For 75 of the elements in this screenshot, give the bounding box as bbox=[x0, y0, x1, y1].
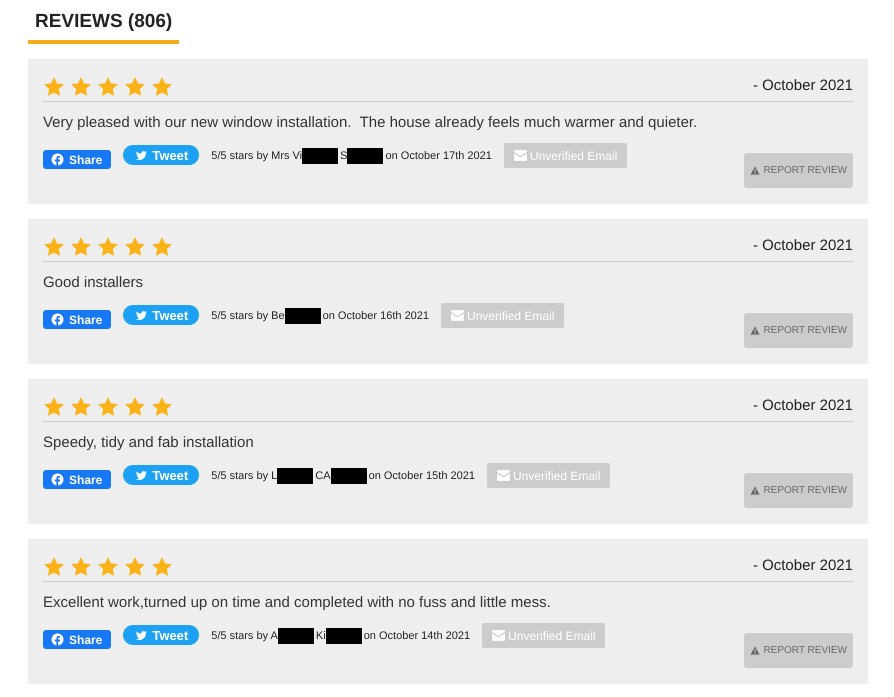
envelope-icon bbox=[497, 470, 510, 481]
review-text: Very pleased with our new window installation. The house already feels much warmer and quieter. bbox=[43, 113, 698, 133]
report-review-button[interactable]: REPORT REVIEW bbox=[744, 633, 853, 668]
star-icon bbox=[43, 236, 65, 256]
redaction-block bbox=[302, 148, 338, 164]
byline-text: on October 15th 2021 bbox=[368, 468, 475, 482]
star-icon bbox=[124, 236, 146, 256]
circle-f-icon bbox=[51, 473, 64, 486]
report-review-button[interactable]: REPORT REVIEW bbox=[744, 153, 853, 188]
star-icon bbox=[97, 556, 119, 576]
byline-text: on October 17th 2021 bbox=[385, 148, 492, 162]
star-icon bbox=[43, 76, 65, 96]
tweet-button[interactable]: Tweet bbox=[123, 625, 200, 645]
review-date: - October 2021 bbox=[752, 396, 853, 416]
byline-text: S bbox=[340, 148, 348, 162]
star-icon bbox=[43, 396, 65, 416]
bird-icon bbox=[135, 630, 148, 640]
warning-icon bbox=[750, 326, 760, 335]
section-heading: REVIEWS (806) bbox=[28, 10, 180, 44]
star-icon bbox=[70, 76, 92, 96]
star-icon bbox=[97, 236, 119, 256]
star-icon bbox=[70, 556, 92, 576]
warning-icon bbox=[750, 486, 760, 495]
share-button[interactable]: Share bbox=[43, 630, 112, 649]
byline-text: 5/5 stars by A bbox=[211, 628, 278, 642]
report-review-button[interactable]: REPORT REVIEW bbox=[744, 313, 853, 348]
envelope-icon bbox=[451, 310, 464, 321]
byline-text: Ki bbox=[316, 628, 326, 642]
warning-icon bbox=[750, 646, 760, 655]
review-date: - October 2021 bbox=[752, 236, 853, 256]
review-text: Excellent work,turned up on time and completed with no fuss and little mess. bbox=[43, 593, 552, 613]
star-icon bbox=[151, 76, 173, 96]
warning-icon bbox=[750, 166, 760, 175]
star-icon bbox=[97, 76, 119, 96]
star-icon bbox=[124, 556, 146, 576]
review-text: Speedy, tidy and fab installation bbox=[43, 433, 255, 453]
star-icon bbox=[97, 396, 119, 416]
star-icon bbox=[124, 396, 146, 416]
byline-text: 5/5 stars by Mrs Vi bbox=[211, 148, 302, 162]
redaction-block bbox=[326, 628, 362, 644]
star-icon bbox=[43, 556, 65, 576]
share-button[interactable]: Share bbox=[43, 150, 112, 169]
redaction-block bbox=[284, 308, 321, 324]
review-text: Good installers bbox=[43, 273, 144, 293]
report-review-button[interactable]: REPORT REVIEW bbox=[744, 473, 853, 508]
star-icon bbox=[70, 236, 92, 256]
circle-f-icon bbox=[51, 153, 64, 166]
review-date: - October 2021 bbox=[752, 556, 853, 576]
byline-text: CA bbox=[315, 468, 331, 482]
star-icon bbox=[70, 396, 92, 416]
circle-f-icon bbox=[51, 633, 64, 646]
share-button[interactable]: Share bbox=[43, 470, 112, 489]
tweet-button[interactable]: Tweet bbox=[123, 465, 200, 485]
redaction-block bbox=[277, 468, 314, 484]
review-date: - October 2021 bbox=[752, 76, 853, 96]
star-icon bbox=[151, 236, 173, 256]
bird-icon bbox=[135, 310, 148, 320]
tweet-button[interactable]: Tweet bbox=[123, 145, 200, 165]
byline-text: on October 14th 2021 bbox=[364, 628, 470, 642]
share-button[interactable]: Share bbox=[43, 310, 112, 329]
redaction-block bbox=[278, 628, 314, 644]
circle-f-icon bbox=[51, 313, 64, 326]
byline-text: 5/5 stars by L bbox=[211, 468, 278, 482]
star-icon bbox=[151, 556, 173, 576]
star-icon bbox=[124, 76, 146, 96]
envelope-icon bbox=[492, 630, 506, 641]
byline-text: on October 16th 2021 bbox=[322, 308, 430, 322]
redaction-block bbox=[330, 468, 367, 484]
star-icon bbox=[151, 396, 173, 416]
redaction-block bbox=[347, 148, 384, 164]
byline-text: 5/5 stars by Be bbox=[211, 308, 285, 322]
tweet-button[interactable]: Tweet bbox=[123, 305, 200, 325]
bird-icon bbox=[135, 470, 148, 480]
envelope-icon bbox=[514, 150, 527, 161]
bird-icon bbox=[135, 150, 148, 160]
